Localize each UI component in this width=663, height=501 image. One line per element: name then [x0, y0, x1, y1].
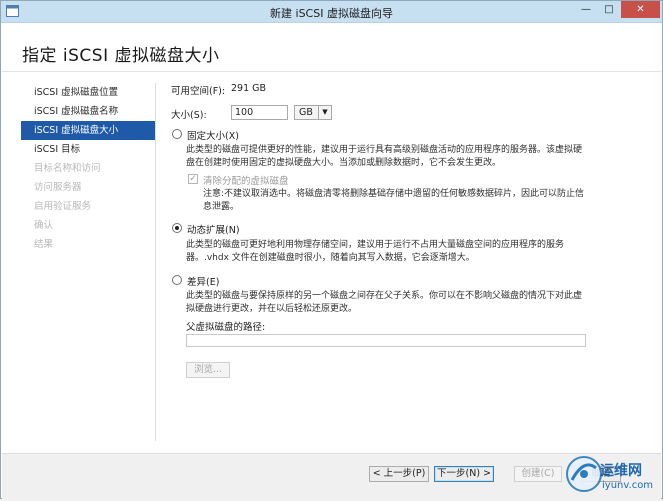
- fixed-size-label[interactable]: 固定大小(X): [187, 128, 239, 142]
- previous-button[interactable]: < 上一步(P): [369, 466, 429, 482]
- nav-step-target[interactable]: iSCSI 目标: [21, 140, 155, 159]
- clear-disk-checkbox[interactable]: ✓: [188, 174, 198, 184]
- wizard-window: 新建 iSCSI 虚拟磁盘向导 — □ ✕ 指定 iSCSI 虚拟磁盘大小 iS…: [0, 0, 663, 499]
- nav-step-name[interactable]: iSCSI 虚拟磁盘名称: [21, 102, 155, 121]
- maximize-icon: □: [604, 4, 614, 15]
- nav-step-confirm: 确认: [34, 220, 54, 231]
- nav-step-size[interactable]: iSCSI 虚拟磁盘大小: [21, 121, 155, 140]
- clear-disk-note: 注意:不建议取消选中。将磁盘清零将删除基础存储中遗留的任何敏感数据碎片，因此可以…: [203, 189, 585, 212]
- free-space-value: 291 GB: [231, 83, 267, 94]
- nav-divider: [155, 83, 156, 441]
- close-button[interactable]: ✕: [621, 1, 660, 18]
- clear-disk-label: 清除分配的虚拟磁盘: [203, 176, 289, 187]
- size-input[interactable]: 100: [231, 105, 288, 120]
- free-space-label: 可用空间(F):: [171, 86, 226, 97]
- differencing-description: 此类型的磁盘与要保持原样的另一个磁盘之间存在父子关系。你可以在不影响父磁盘的情况…: [186, 291, 583, 314]
- nav-step-results: 结果: [34, 239, 54, 250]
- parent-path-label: 父虚拟磁盘的路径:: [186, 322, 266, 333]
- watermark-name: 运维网: [600, 463, 642, 479]
- dynamic-expand-radio[interactable]: [172, 223, 182, 233]
- wizard-header: 指定 iSCSI 虚拟磁盘大小: [2, 23, 661, 71]
- next-button[interactable]: 下一步(N) >: [434, 466, 494, 482]
- minimize-icon: —: [581, 4, 591, 15]
- dynamic-expand-description: 此类型的磁盘可更好地利用物理存储空间，建议用于运行不占用大量磁盘空间的应用程序的…: [186, 240, 565, 263]
- dynamic-expand-label[interactable]: 动态扩展(N): [187, 222, 240, 236]
- header-divider: [2, 71, 661, 72]
- browse-button: 浏览...: [186, 362, 230, 378]
- maximize-button[interactable]: □: [598, 1, 620, 18]
- differencing-label[interactable]: 差异(E): [187, 274, 219, 288]
- chevron-down-icon: ▼: [318, 106, 331, 119]
- differencing-radio[interactable]: [172, 275, 182, 285]
- parent-path-input: [186, 334, 586, 347]
- watermark: 运维网 iyunv.com: [564, 450, 662, 498]
- nav-step-auth: 启用验证服务: [34, 201, 92, 212]
- minimize-button[interactable]: —: [575, 1, 597, 18]
- unit-select-value: GB: [299, 107, 313, 118]
- unit-select[interactable]: GB ▼: [294, 105, 332, 120]
- window-title: 新建 iSCSI 虚拟磁盘向导: [270, 7, 393, 20]
- nav-step-target-access: 目标名称和访问: [34, 163, 101, 174]
- fixed-size-description: 此类型的磁盘可提供更好的性能，建议用于运行具有高级别磁盘活动的应用程序的服务器。…: [186, 145, 583, 168]
- create-button: 创建(C): [514, 466, 562, 482]
- wizard-footer: [2, 454, 661, 499]
- fixed-size-radio[interactable]: [172, 129, 182, 139]
- close-icon: ✕: [636, 4, 645, 15]
- wizard-steps-nav: iSCSI 虚拟磁盘位置 iSCSI 虚拟磁盘名称 iSCSI 虚拟磁盘大小 i…: [21, 83, 155, 254]
- page-title: 指定 iSCSI 虚拟磁盘大小: [22, 46, 220, 66]
- nav-step-location[interactable]: iSCSI 虚拟磁盘位置: [21, 83, 155, 102]
- nav-step-access-servers: 访问服务器: [34, 182, 82, 193]
- title-bar[interactable]: 新建 iSCSI 虚拟磁盘向导 — □ ✕: [1, 1, 662, 23]
- size-label: 大小(S):: [171, 110, 207, 121]
- watermark-url: iyunv.com: [602, 480, 654, 491]
